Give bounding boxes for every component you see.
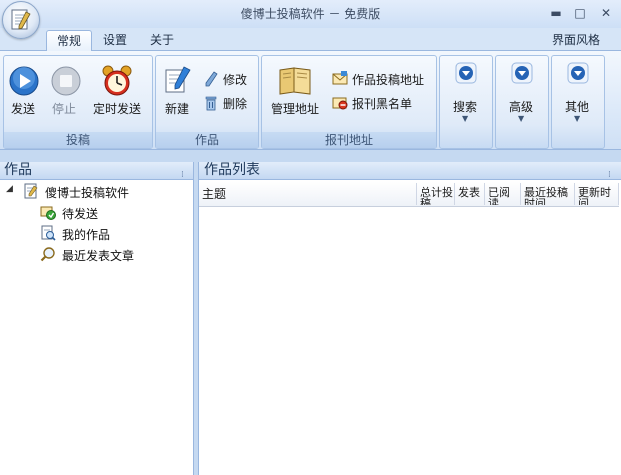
minimize-button[interactable]: ▬	[548, 6, 564, 20]
blacklist-button[interactable]: 报刊黑名单	[332, 94, 432, 112]
group-works-label: 作品	[156, 132, 258, 148]
submission-address-label: 作品投稿地址	[352, 73, 425, 87]
scheduled-send-label: 定时发送	[93, 102, 142, 116]
tab-about[interactable]: 关于	[140, 30, 184, 50]
manage-address-button[interactable]: 管理地址	[268, 64, 324, 120]
delete-button[interactable]: 删除	[204, 94, 252, 112]
tree-item-recent-label: 最近发表文章	[62, 249, 135, 263]
column-update-time[interactable]: 更新时间	[575, 183, 619, 205]
send-button[interactable]: 发送	[6, 64, 42, 120]
new-button[interactable]: 新建	[160, 64, 196, 120]
app-menu-button[interactable]	[2, 1, 40, 39]
tree-collapse-icon[interactable]: ◢	[6, 184, 13, 194]
advanced-group-label: 高级	[509, 100, 534, 114]
chevron-down-icon: ▼	[574, 114, 581, 123]
circle-down-arrow-icon	[455, 62, 477, 84]
document-search-icon	[41, 225, 56, 241]
pending-send-icon	[40, 206, 56, 220]
window-title: 傻博士投稿软件 － 免费版	[240, 7, 381, 21]
manage-address-label: 管理地址	[271, 102, 320, 116]
send-label: 发送	[11, 102, 36, 116]
close-button[interactable]: ✕	[598, 6, 614, 20]
tree-item-recent[interactable]: 最近发表文章	[40, 246, 190, 264]
circle-down-arrow-icon	[511, 62, 533, 84]
column-subject[interactable]: 主题	[199, 183, 417, 205]
new-label: 新建	[165, 102, 190, 116]
works-panel-title: 作品	[0, 162, 193, 180]
maximize-button[interactable]: □	[572, 6, 588, 20]
stop-icon	[51, 66, 81, 96]
tree-item-my-works[interactable]: 我的作品	[40, 225, 190, 243]
column-read[interactable]: 已阅读	[485, 183, 521, 205]
search-group-button[interactable]: 搜索 ▼	[439, 55, 493, 149]
chevron-down-icon: ▼	[462, 114, 469, 123]
skin-style-label: 界面风格	[552, 33, 601, 47]
notepad-pencil-icon	[24, 183, 38, 199]
tree-root[interactable]: 傻博士投稿软件	[24, 183, 194, 201]
advanced-group-button[interactable]: 高级 ▼	[495, 55, 549, 149]
edit-label: 修改	[223, 73, 248, 87]
group-submit-label: 投稿	[4, 132, 152, 148]
panel-grip-icon[interactable]: ⁞	[608, 170, 611, 180]
blacklist-icon	[332, 97, 348, 110]
works-list-body[interactable]	[199, 207, 619, 475]
delete-label: 删除	[223, 97, 248, 111]
skin-style-menu[interactable]: 界面风格 ▾	[542, 30, 621, 67]
tree-item-my-works-label: 我的作品	[62, 228, 111, 242]
column-total-submissions[interactable]: 总计投稿	[417, 183, 455, 205]
panel-grip-icon[interactable]: ⁞	[181, 170, 184, 180]
group-journal-address-label: 报刊地址	[262, 132, 436, 148]
stop-button[interactable]: 停止	[48, 64, 84, 120]
tab-general[interactable]: 常规	[46, 30, 93, 51]
stop-label: 停止	[52, 102, 77, 116]
play-icon	[9, 66, 39, 96]
edit-button[interactable]: 修改	[204, 70, 252, 88]
tree-item-pending-label: 待发送	[62, 207, 99, 221]
notepad-new-icon	[165, 66, 191, 93]
search-group-label: 搜索	[453, 100, 478, 114]
notepad-pencil-icon	[11, 9, 31, 30]
magnifier-icon	[40, 247, 55, 262]
tree-root-label: 傻博士投稿软件	[45, 186, 130, 200]
blacklist-label: 报刊黑名单	[352, 97, 413, 111]
pencil-icon	[205, 71, 218, 87]
works-list-title: 作品列表	[199, 162, 621, 180]
scheduled-send-button[interactable]: 定时发送	[90, 64, 144, 120]
chevron-down-icon: ▼	[518, 114, 525, 123]
tab-settings[interactable]: 设置	[93, 30, 137, 50]
circle-down-arrow-icon	[567, 62, 589, 84]
envelope-icon	[332, 71, 348, 85]
book-icon	[279, 67, 311, 95]
submission-address-button[interactable]: 作品投稿地址	[332, 70, 432, 88]
other-group-button[interactable]: 其他 ▼	[551, 55, 605, 149]
trash-icon	[205, 96, 217, 111]
tree-item-pending[interactable]: 待发送	[40, 204, 190, 222]
column-last-submit-time[interactable]: 最近投稿时间	[521, 183, 575, 205]
column-published[interactable]: 发表	[455, 183, 485, 205]
other-group-label: 其他	[565, 100, 590, 114]
alarm-clock-icon	[102, 65, 132, 96]
